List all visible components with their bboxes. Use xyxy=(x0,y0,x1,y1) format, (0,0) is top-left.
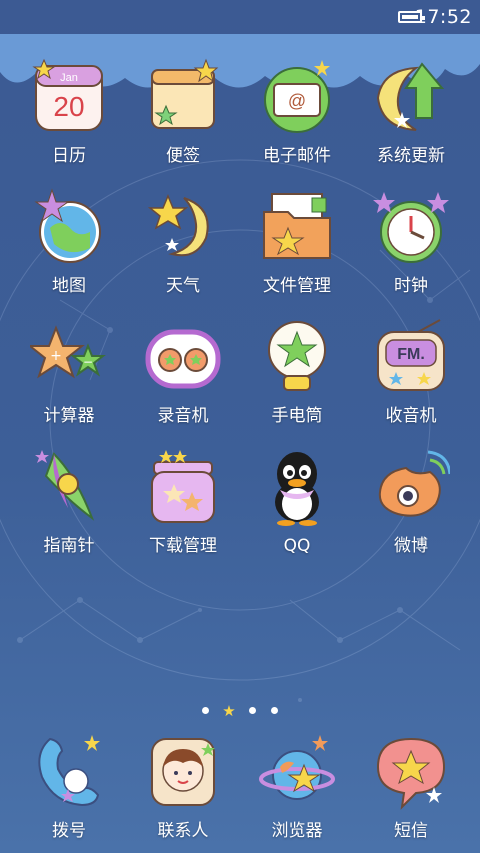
app-label: 联系人 xyxy=(157,821,209,841)
recorder-icon xyxy=(145,329,221,389)
app-label: 地图 xyxy=(52,276,86,296)
notes-icon xyxy=(151,58,219,129)
sms-icon xyxy=(376,737,446,810)
app-label: 下载管理 xyxy=(149,536,217,556)
phone-dialer-icon xyxy=(38,735,100,807)
app-label: 计算器 xyxy=(43,406,95,426)
qq-penguin-icon xyxy=(275,452,319,526)
app-compass[interactable]: 指南针 xyxy=(12,448,126,556)
calculator-icon: + − xyxy=(30,325,106,379)
app-label: 天气 xyxy=(166,276,200,296)
app-download-manager[interactable]: 下载管理 xyxy=(126,448,240,556)
radio-icon: FM. xyxy=(377,319,445,391)
download-manager-icon xyxy=(151,450,215,523)
svg-text:−: − xyxy=(83,355,93,369)
app-weibo[interactable]: 微博 xyxy=(354,448,468,556)
page-dot[interactable] xyxy=(248,707,256,714)
app-label: 收音机 xyxy=(385,406,437,426)
app-label: 浏览器 xyxy=(271,821,323,841)
app-label: 便签 xyxy=(166,146,200,166)
calendar-day: 20 xyxy=(53,91,84,122)
page-indicator[interactable]: ★ xyxy=(0,700,480,718)
email-icon: @ xyxy=(264,60,330,133)
app-label: 文件管理 xyxy=(263,276,331,296)
app-recorder[interactable]: 录音机 xyxy=(126,318,240,426)
email-at: @ xyxy=(288,91,306,111)
app-label: 时钟 xyxy=(394,276,428,296)
app-label: 微博 xyxy=(394,536,428,556)
page-dot[interactable] xyxy=(270,707,278,714)
app-system-update[interactable]: 系统更新 xyxy=(354,58,468,166)
dock: 拨号 联系人 浏览器 短信 xyxy=(12,733,468,843)
radio-text: FM. xyxy=(397,346,425,363)
app-label: 短信 xyxy=(394,821,428,841)
app-calendar[interactable]: Jan 20 日历 xyxy=(12,58,126,166)
status-time: 17:52 xyxy=(414,6,472,28)
app-label: 日历 xyxy=(52,146,86,166)
app-label: 指南针 xyxy=(43,536,95,556)
app-clock[interactable]: 时钟 xyxy=(354,188,468,296)
map-icon xyxy=(34,188,101,263)
calendar-month: Jan xyxy=(60,72,78,84)
app-notes[interactable]: 便签 xyxy=(126,58,240,166)
app-radio[interactable]: FM. 收音机 xyxy=(354,318,468,426)
browser-icon xyxy=(259,735,335,800)
app-label: 录音机 xyxy=(157,406,209,426)
app-map[interactable]: 地图 xyxy=(12,188,126,296)
system-update-icon xyxy=(376,62,445,131)
app-file-manager[interactable]: 文件管理 xyxy=(240,188,354,296)
app-label: QQ xyxy=(283,536,311,556)
weibo-icon xyxy=(378,450,450,517)
clock-icon xyxy=(373,192,449,263)
dock-sms[interactable]: 短信 xyxy=(354,733,468,841)
app-calculator[interactable]: + − 计算器 xyxy=(12,318,126,426)
compass-icon xyxy=(35,450,95,521)
app-qq[interactable]: QQ xyxy=(240,448,354,556)
svg-text:+: + xyxy=(50,348,62,364)
status-bar: 17:52 xyxy=(0,0,480,34)
current-page-star-icon[interactable]: ★ xyxy=(222,703,235,718)
weather-icon xyxy=(147,194,209,257)
dock-phone[interactable]: 拨号 xyxy=(12,733,126,841)
flashlight-icon xyxy=(268,321,326,391)
dock-contacts[interactable]: 联系人 xyxy=(126,733,240,841)
app-label: 拨号 xyxy=(52,821,86,841)
dock-browser[interactable]: 浏览器 xyxy=(240,733,354,841)
file-manager-icon xyxy=(263,193,331,259)
app-flashlight[interactable]: 手电筒 xyxy=(240,318,354,426)
calendar-icon: Jan 20 xyxy=(32,58,103,131)
app-weather[interactable]: 天气 xyxy=(126,188,240,296)
contacts-icon xyxy=(151,738,215,806)
app-label: 电子邮件 xyxy=(263,146,331,166)
app-label: 系统更新 xyxy=(377,146,445,166)
app-email[interactable]: @ 电子邮件 xyxy=(240,58,354,166)
app-label: 手电筒 xyxy=(271,406,323,426)
